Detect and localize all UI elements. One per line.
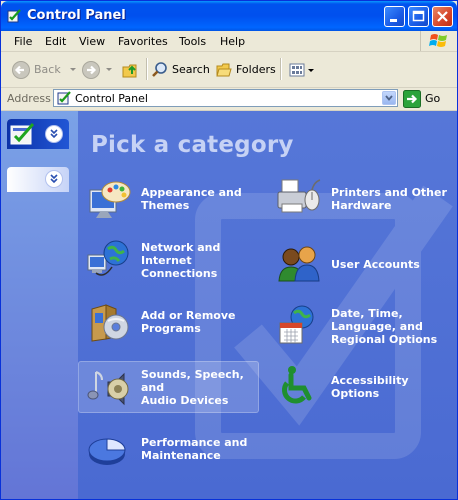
close-icon [437, 11, 448, 22]
printer-icon [276, 176, 322, 222]
control-panel-task-group[interactable] [7, 119, 69, 149]
category-printers-hardware[interactable]: Printers and Other Hardware [268, 171, 453, 227]
page-heading: Pick a category [91, 132, 294, 158]
category-label: Performance and Maintenance [141, 436, 248, 462]
go-button[interactable]: Go [403, 89, 440, 108]
chevron-double-down-icon [50, 174, 58, 184]
pie-chart-icon [86, 426, 132, 472]
category-performance-maintenance[interactable]: Performance and Maintenance [78, 421, 259, 477]
address-bar: Address Control Panel Go [1, 88, 457, 111]
category-label: Accessibility Options [331, 374, 409, 400]
windows-logo [420, 31, 457, 51]
minimize-button[interactable] [384, 6, 405, 27]
back-dropdown-icon [69, 67, 76, 71]
category-network-internet[interactable]: Network and Internet Connections [78, 232, 259, 288]
toolbar-separator [280, 58, 282, 80]
back-arrow-icon [12, 60, 30, 79]
menu-bar: File Edit View Favorites Tools Help [1, 31, 457, 52]
category-add-remove-programs[interactable]: Add or Remove Programs [78, 294, 259, 350]
search-label: Search [172, 63, 210, 76]
window-title: Control Panel [27, 8, 126, 23]
maximize-button[interactable] [408, 6, 429, 27]
views-dropdown-icon [308, 68, 314, 72]
folders-button[interactable]: Folders [215, 52, 276, 87]
category-label: Date, Time, Language, and Regional Optio… [331, 306, 438, 346]
address-value: Control Panel [75, 92, 148, 105]
search-button[interactable]: Search [151, 52, 210, 87]
go-arrow-icon [403, 89, 421, 108]
control-panel-icon [10, 123, 35, 145]
user-accounts-icon [276, 241, 322, 287]
up-folder-icon [122, 64, 137, 77]
toolbar-separator [146, 58, 148, 80]
task-group-toggle[interactable] [45, 125, 63, 143]
minimize-icon [390, 19, 397, 22]
menu-view[interactable]: View [79, 35, 105, 48]
maximize-icon [412, 10, 425, 22]
views-button[interactable] [289, 52, 315, 87]
forward-dropdown-icon [106, 67, 112, 71]
close-button[interactable] [432, 6, 453, 27]
views-icon [289, 63, 305, 76]
menu-edit[interactable]: Edit [45, 35, 66, 48]
task-pane [1, 111, 78, 499]
control-panel-window: Control Panel File Edit View Favorites T… [0, 0, 458, 500]
see-also-task-group[interactable] [7, 167, 69, 192]
menu-file[interactable]: File [14, 35, 32, 48]
back-button[interactable]: Back [11, 52, 79, 87]
search-icon [152, 61, 167, 77]
category-accessibility-options[interactable]: Accessibility Options [268, 359, 453, 415]
title-bar[interactable]: Control Panel [1, 1, 457, 31]
category-label: Printers and Other Hardware [331, 186, 447, 212]
control-panel-icon [57, 91, 71, 105]
category-panel: Pick a category Appearance and Themes Ne… [78, 111, 457, 499]
go-label: Go [425, 92, 441, 105]
add-remove-programs-icon [86, 299, 132, 345]
standard-toolbar: Back Search Folders [1, 52, 457, 88]
category-label: User Accounts [331, 257, 420, 271]
forward-button[interactable] [81, 52, 115, 87]
chevron-down-icon [385, 95, 393, 101]
chevron-double-down-icon [50, 129, 58, 139]
wheelchair-icon [276, 364, 322, 410]
category-label: Add or Remove Programs [141, 309, 236, 335]
network-globe-icon [86, 237, 132, 283]
forward-arrow-icon [82, 60, 100, 79]
windows-flag-icon [429, 34, 447, 47]
task-group-toggle[interactable] [45, 170, 63, 188]
address-label: Address [7, 92, 51, 105]
speaker-note-icon [86, 364, 132, 410]
content-area: Pick a category Appearance and Themes Ne… [1, 111, 457, 499]
folders-icon [216, 63, 232, 76]
category-label: Network and Internet Connections [141, 240, 221, 280]
category-appearance-themes[interactable]: Appearance and Themes [78, 171, 259, 227]
menu-tools[interactable]: Tools [179, 35, 206, 48]
address-field[interactable]: Control Panel [53, 89, 398, 107]
category-sounds-speech-audio[interactable]: Sounds, Speech, and Audio Devices [78, 361, 259, 413]
category-date-time-language-regional[interactable]: Date, Time, Language, and Regional Optio… [268, 298, 453, 354]
up-folder-button[interactable] [121, 52, 141, 87]
address-dropdown-button[interactable] [382, 91, 396, 105]
category-user-accounts[interactable]: User Accounts [268, 236, 453, 292]
category-label: Sounds, Speech, and Audio Devices [141, 367, 244, 407]
menu-help[interactable]: Help [220, 35, 245, 48]
back-label: Back [34, 63, 61, 76]
folders-label: Folders [236, 63, 276, 76]
category-label: Appearance and Themes [141, 186, 242, 212]
appearance-themes-icon [86, 176, 132, 222]
menu-favorites[interactable]: Favorites [118, 35, 168, 48]
control-panel-icon [7, 9, 21, 23]
calendar-globe-icon [276, 303, 322, 349]
